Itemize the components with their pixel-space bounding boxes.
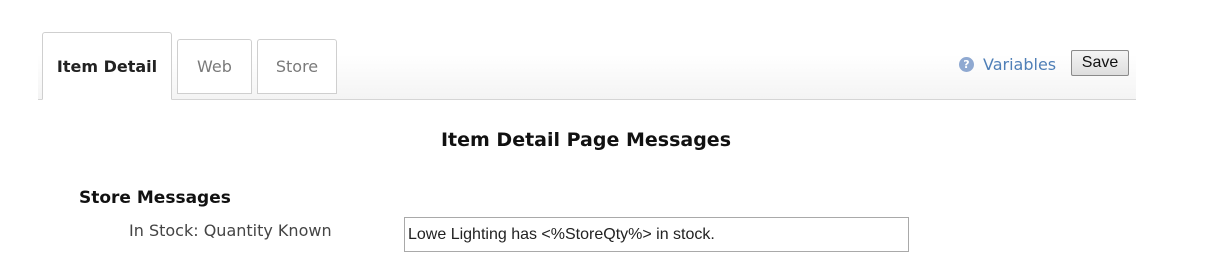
tab-label: Store (275, 57, 319, 76)
tab-label: Web (197, 57, 232, 76)
variables-label: Variables (983, 54, 1057, 74)
in-stock-quantity-known-label: In Stock: Quantity Known (129, 221, 332, 240)
save-button[interactable]: Save (1071, 50, 1129, 76)
question-circle-icon: ? (959, 56, 974, 72)
page-title: Item Detail Page Messages (440, 129, 732, 151)
variables-link[interactable]: ? Variables (959, 53, 1056, 75)
tab-web[interactable]: Web (177, 39, 252, 94)
tab-label: Item Detail (56, 56, 158, 76)
tab-store[interactable]: Store (257, 39, 337, 94)
tab-item-detail[interactable]: Item Detail (42, 32, 172, 100)
tab-bar: Item Detail Web Store (38, 0, 1136, 100)
page: Item Detail Web Store ? Variables Save I… (0, 0, 1224, 263)
section-title: Store Messages (79, 188, 231, 208)
in-stock-quantity-known-input[interactable] (404, 217, 909, 252)
